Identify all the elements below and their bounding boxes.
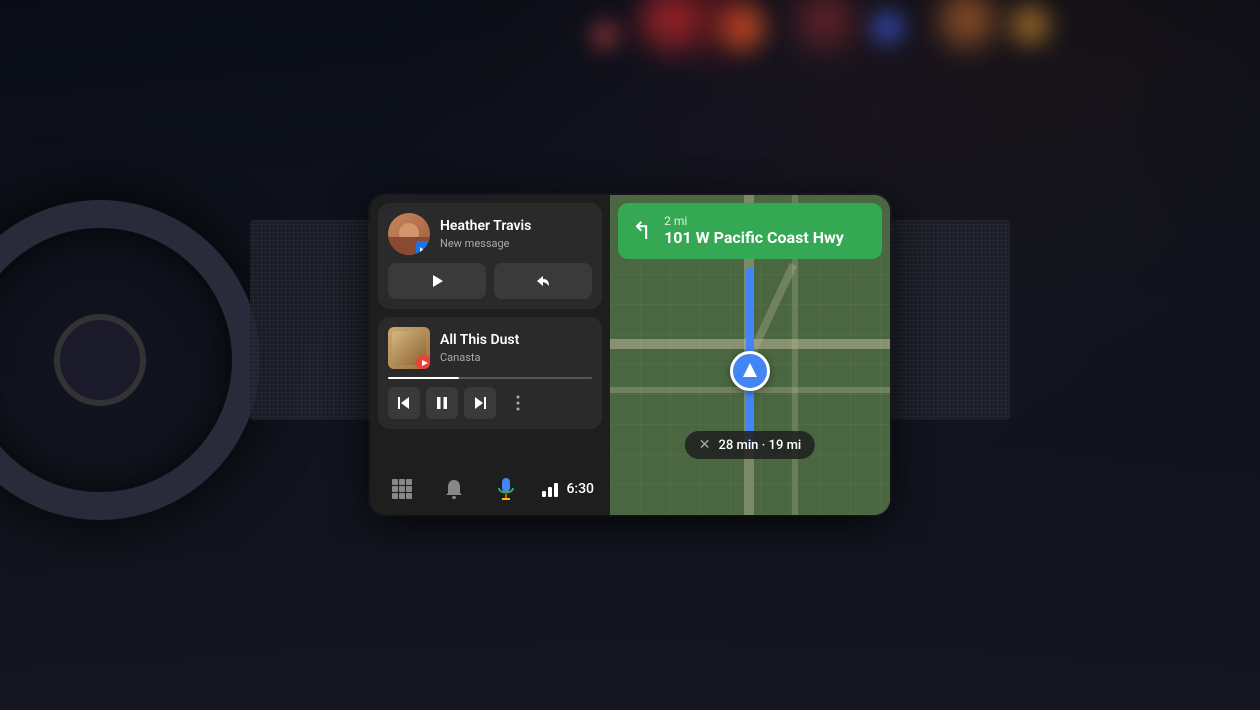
signal-bar-1 xyxy=(542,491,546,497)
message-actions xyxy=(388,263,592,299)
signal-indicator xyxy=(542,481,558,497)
assistant-button[interactable] xyxy=(490,473,522,505)
nav-left xyxy=(386,473,522,505)
message-subtitle: New message xyxy=(440,237,592,250)
skip-back-button[interactable] xyxy=(388,387,420,419)
clock: 6:30 xyxy=(566,481,594,497)
nav-distance: 2 mi xyxy=(664,214,844,228)
nav-right: 6:30 xyxy=(542,481,594,497)
bokeh-lights xyxy=(0,0,1260,200)
skip-forward-button[interactable] xyxy=(464,387,496,419)
skip-back-icon xyxy=(397,396,411,410)
direction-arrow xyxy=(743,363,757,377)
eta-badge: ✕ 28 min · 19 mi xyxy=(685,431,815,459)
message-icon xyxy=(420,246,428,252)
more-options-button[interactable] xyxy=(502,387,534,419)
contact-avatar xyxy=(388,213,430,255)
pause-button[interactable] xyxy=(426,387,458,419)
message-badge xyxy=(416,241,430,255)
track-title: All This Dust xyxy=(440,332,592,349)
nav-street: 101 W Pacific Coast Hwy xyxy=(664,228,844,247)
navigation-banner: ↰ 2 mi 101 W Pacific Coast Hwy xyxy=(618,203,882,259)
signal-bar-3 xyxy=(554,483,558,497)
map-panel[interactable]: ↰ 2 mi 101 W Pacific Coast Hwy ✕ 28 min … xyxy=(610,195,890,515)
bottom-nav: 6:30 xyxy=(370,463,610,515)
album-art xyxy=(388,327,430,369)
message-header: Heather Travis New message xyxy=(388,213,592,255)
message-info: Heather Travis New message xyxy=(440,218,592,250)
apps-button[interactable] xyxy=(386,473,418,505)
play-message-button[interactable] xyxy=(388,263,486,299)
music-controls xyxy=(388,387,592,419)
android-auto-screen: Heather Travis New message xyxy=(370,195,890,515)
speaker-left xyxy=(250,220,370,420)
play-icon xyxy=(429,273,445,289)
music-info: All This Dust Canasta xyxy=(440,332,592,364)
message-card[interactable]: Heather Travis New message xyxy=(378,203,602,309)
dismiss-route-button[interactable]: ✕ xyxy=(699,437,711,453)
progress-bar[interactable] xyxy=(388,377,592,379)
music-card[interactable]: All This Dust Canasta xyxy=(378,317,602,429)
notifications-button[interactable] xyxy=(438,473,470,505)
microphone-icon xyxy=(497,477,515,501)
turn-arrow-icon: ↰ xyxy=(632,217,652,245)
skip-forward-icon xyxy=(473,396,487,410)
music-header: All This Dust Canasta xyxy=(388,327,592,369)
signal-bar-2 xyxy=(548,487,552,497)
progress-fill xyxy=(388,377,459,379)
reply-message-button[interactable] xyxy=(494,263,592,299)
track-artist: Canasta xyxy=(440,351,592,364)
contact-name: Heather Travis xyxy=(440,218,592,235)
bell-icon xyxy=(444,478,464,500)
reply-icon xyxy=(535,273,551,289)
more-icon xyxy=(516,395,520,411)
pause-icon xyxy=(435,396,449,410)
apps-icon xyxy=(391,478,413,500)
navigation-info: 2 mi 101 W Pacific Coast Hwy xyxy=(664,214,844,247)
music-source-badge xyxy=(416,355,430,369)
current-location-marker xyxy=(730,351,770,391)
left-panel: Heather Travis New message xyxy=(370,195,610,515)
eta-text: 28 min · 19 mi xyxy=(719,438,802,453)
speaker-right xyxy=(890,220,1010,420)
youtube-icon xyxy=(419,358,429,368)
